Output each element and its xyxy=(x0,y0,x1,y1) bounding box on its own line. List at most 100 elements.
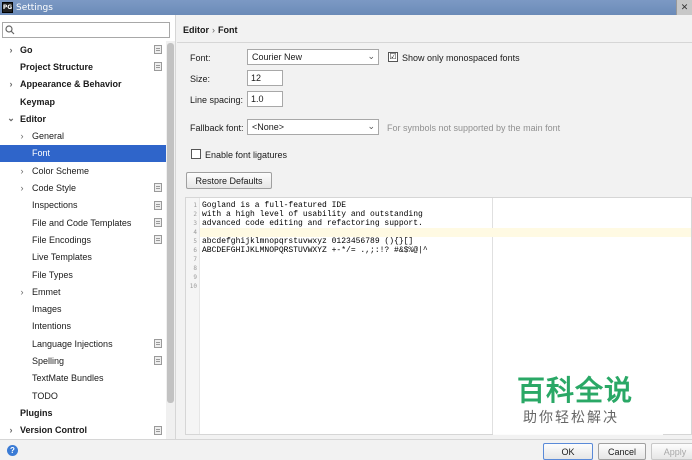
sidebar-item-label: TODO xyxy=(32,390,58,401)
breadcrumb: Editor › Font xyxy=(183,25,238,35)
chevron-right-icon[interactable]: › xyxy=(17,287,27,297)
sidebar-item[interactable]: TextMate Bundles xyxy=(0,370,166,387)
sidebar-item-label: Images xyxy=(32,304,62,315)
code-line: advanced code editing and refactoring su… xyxy=(202,219,423,228)
fallback-font-value: <None> xyxy=(252,122,285,132)
line-number: 2 xyxy=(193,211,197,218)
line-number: 1 xyxy=(193,202,197,209)
font-label: Font: xyxy=(190,53,211,63)
font-select-value: Courier New xyxy=(252,52,303,62)
monospaced-checkbox[interactable]: ☑ xyxy=(388,52,398,62)
sidebar-item[interactable]: File Types xyxy=(0,266,166,283)
sidebar-item[interactable]: Font xyxy=(0,144,166,163)
cancel-button[interactable]: Cancel xyxy=(598,443,646,460)
ligatures-label: Enable font ligatures xyxy=(205,150,288,160)
sidebar-item[interactable]: Project Structure xyxy=(0,58,166,75)
size-input[interactable]: 12 xyxy=(247,70,283,86)
search-box[interactable] xyxy=(2,22,170,38)
code-line: Gogland is a full-featured IDE xyxy=(202,201,347,210)
sidebar-item-label: File Types xyxy=(32,269,73,280)
project-scope-icon xyxy=(154,339,162,349)
line-number: 5 xyxy=(193,238,197,245)
close-icon[interactable]: ✕ xyxy=(676,0,692,15)
sidebar-scrollbar[interactable] xyxy=(166,41,175,439)
search-icon xyxy=(3,23,17,37)
sidebar-item[interactable]: ⌄ Editor xyxy=(0,110,166,127)
line-number: 7 xyxy=(193,256,197,263)
sidebar-item[interactable]: Images xyxy=(0,300,166,317)
sidebar-item[interactable]: › Code Style xyxy=(0,179,166,196)
sidebar-item[interactable]: › Version Control xyxy=(0,422,166,439)
sidebar-item[interactable]: File and Code Templates xyxy=(0,214,166,231)
settings-tree: › Go Project Structure › Appearance & Behavi… xyxy=(0,41,166,439)
search-input[interactable] xyxy=(17,25,167,35)
sidebar-item[interactable]: Keymap xyxy=(0,93,166,110)
sidebar-item[interactable]: File Encodings xyxy=(0,231,166,248)
chevron-right-icon[interactable]: › xyxy=(6,45,16,55)
fallback-font-hint: For symbols not supported by the main fo… xyxy=(387,123,561,133)
chevron-right-icon[interactable]: › xyxy=(17,183,27,193)
sidebar-item-label: TextMate Bundles xyxy=(32,373,104,384)
sidebar-item[interactable]: Plugins xyxy=(0,404,166,421)
code-line: ABCDEFGHIJKLMNOPQRSTUVWXYZ +-*/= .,;:!? … xyxy=(202,246,428,255)
sidebar-item-label: Version Control xyxy=(20,425,88,436)
line-number: 10 xyxy=(189,283,197,290)
sidebar-item-label: Keymap xyxy=(20,96,56,107)
fallback-font-label: Fallback font: xyxy=(190,123,244,133)
sidebar-item-label: Plugins xyxy=(20,407,53,418)
sidebar-item-label: Editor xyxy=(20,113,46,124)
chevron-right-icon[interactable]: › xyxy=(6,79,16,89)
breadcrumb-parent: Editor xyxy=(183,25,209,35)
sidebar-item-label: General xyxy=(32,131,65,142)
fallback-font-select[interactable]: <None> ⌄ xyxy=(247,119,379,135)
sidebar-item[interactable]: TODO xyxy=(0,387,166,404)
chevron-right-icon[interactable]: › xyxy=(17,131,27,141)
sidebar-item[interactable]: › Emmet xyxy=(0,283,166,300)
ligatures-checkbox[interactable] xyxy=(191,149,201,159)
line-number: 3 xyxy=(193,220,197,227)
sidebar-item-label: File and Code Templates xyxy=(32,217,132,228)
sidebar-item[interactable]: Live Templates xyxy=(0,249,166,266)
sidebar-item[interactable]: › Go xyxy=(0,41,166,58)
sidebar-item-label: Go xyxy=(20,44,33,55)
code-line: with a high level of usability and outst… xyxy=(202,210,423,219)
restore-defaults-button[interactable]: Restore Defaults xyxy=(186,172,272,189)
sidebar-item[interactable]: › Color Scheme xyxy=(0,162,166,179)
sidebar-item-label: Color Scheme xyxy=(32,165,90,176)
breadcrumb-current: Font xyxy=(218,25,238,35)
sidebar-item[interactable]: Inspections xyxy=(0,197,166,214)
project-scope-icon xyxy=(154,183,162,193)
chevron-down-icon: ⌄ xyxy=(367,121,375,131)
dialog-footer: ? OK Cancel Apply xyxy=(0,439,692,460)
sidebar-item-label: Font xyxy=(32,148,51,159)
project-scope-icon xyxy=(154,235,162,245)
sidebar-item-label: Inspections xyxy=(32,200,78,211)
settings-sidebar: › Go Project Structure › Appearance & Behavi… xyxy=(0,15,176,439)
sidebar-item[interactable]: Spelling xyxy=(0,352,166,369)
sidebar-item[interactable]: › Appearance & Behavior xyxy=(0,76,166,93)
window-title: Settings xyxy=(16,2,53,13)
line-number-gutter: 1 2 3 4 5 6 7 8 9 10 xyxy=(186,198,200,434)
breadcrumb-separator: › xyxy=(212,25,215,35)
line-spacing-label: Line spacing: xyxy=(190,95,244,105)
help-icon[interactable]: ? xyxy=(7,445,18,456)
chevron-down-icon[interactable]: ⌄ xyxy=(6,113,16,124)
chevron-right-icon[interactable]: › xyxy=(6,425,16,435)
ok-button[interactable]: OK xyxy=(543,443,593,460)
sidebar-item-label: Language Injections xyxy=(32,338,113,349)
project-scope-icon xyxy=(154,356,162,366)
code-line: abcdefghijklmnopqrstuvwxyz 0123456789 ()… xyxy=(202,237,414,246)
sidebar-item[interactable]: › General xyxy=(0,127,166,144)
line-spacing-input[interactable]: 1.0 xyxy=(247,91,283,107)
sidebar-item-label: Spelling xyxy=(32,355,65,366)
chevron-down-icon: ⌄ xyxy=(367,51,375,61)
apply-button[interactable]: Apply xyxy=(651,443,692,460)
sidebar-item-label: File Encodings xyxy=(32,234,92,245)
sidebar-item-label: Project Structure xyxy=(20,61,94,72)
scrollbar-thumb[interactable] xyxy=(167,43,174,403)
sidebar-item[interactable]: Language Injections xyxy=(0,335,166,352)
project-scope-icon xyxy=(154,425,162,435)
font-select[interactable]: Courier New ⌄ xyxy=(247,49,379,65)
sidebar-item[interactable]: Intentions xyxy=(0,318,166,335)
chevron-right-icon[interactable]: › xyxy=(17,166,27,176)
